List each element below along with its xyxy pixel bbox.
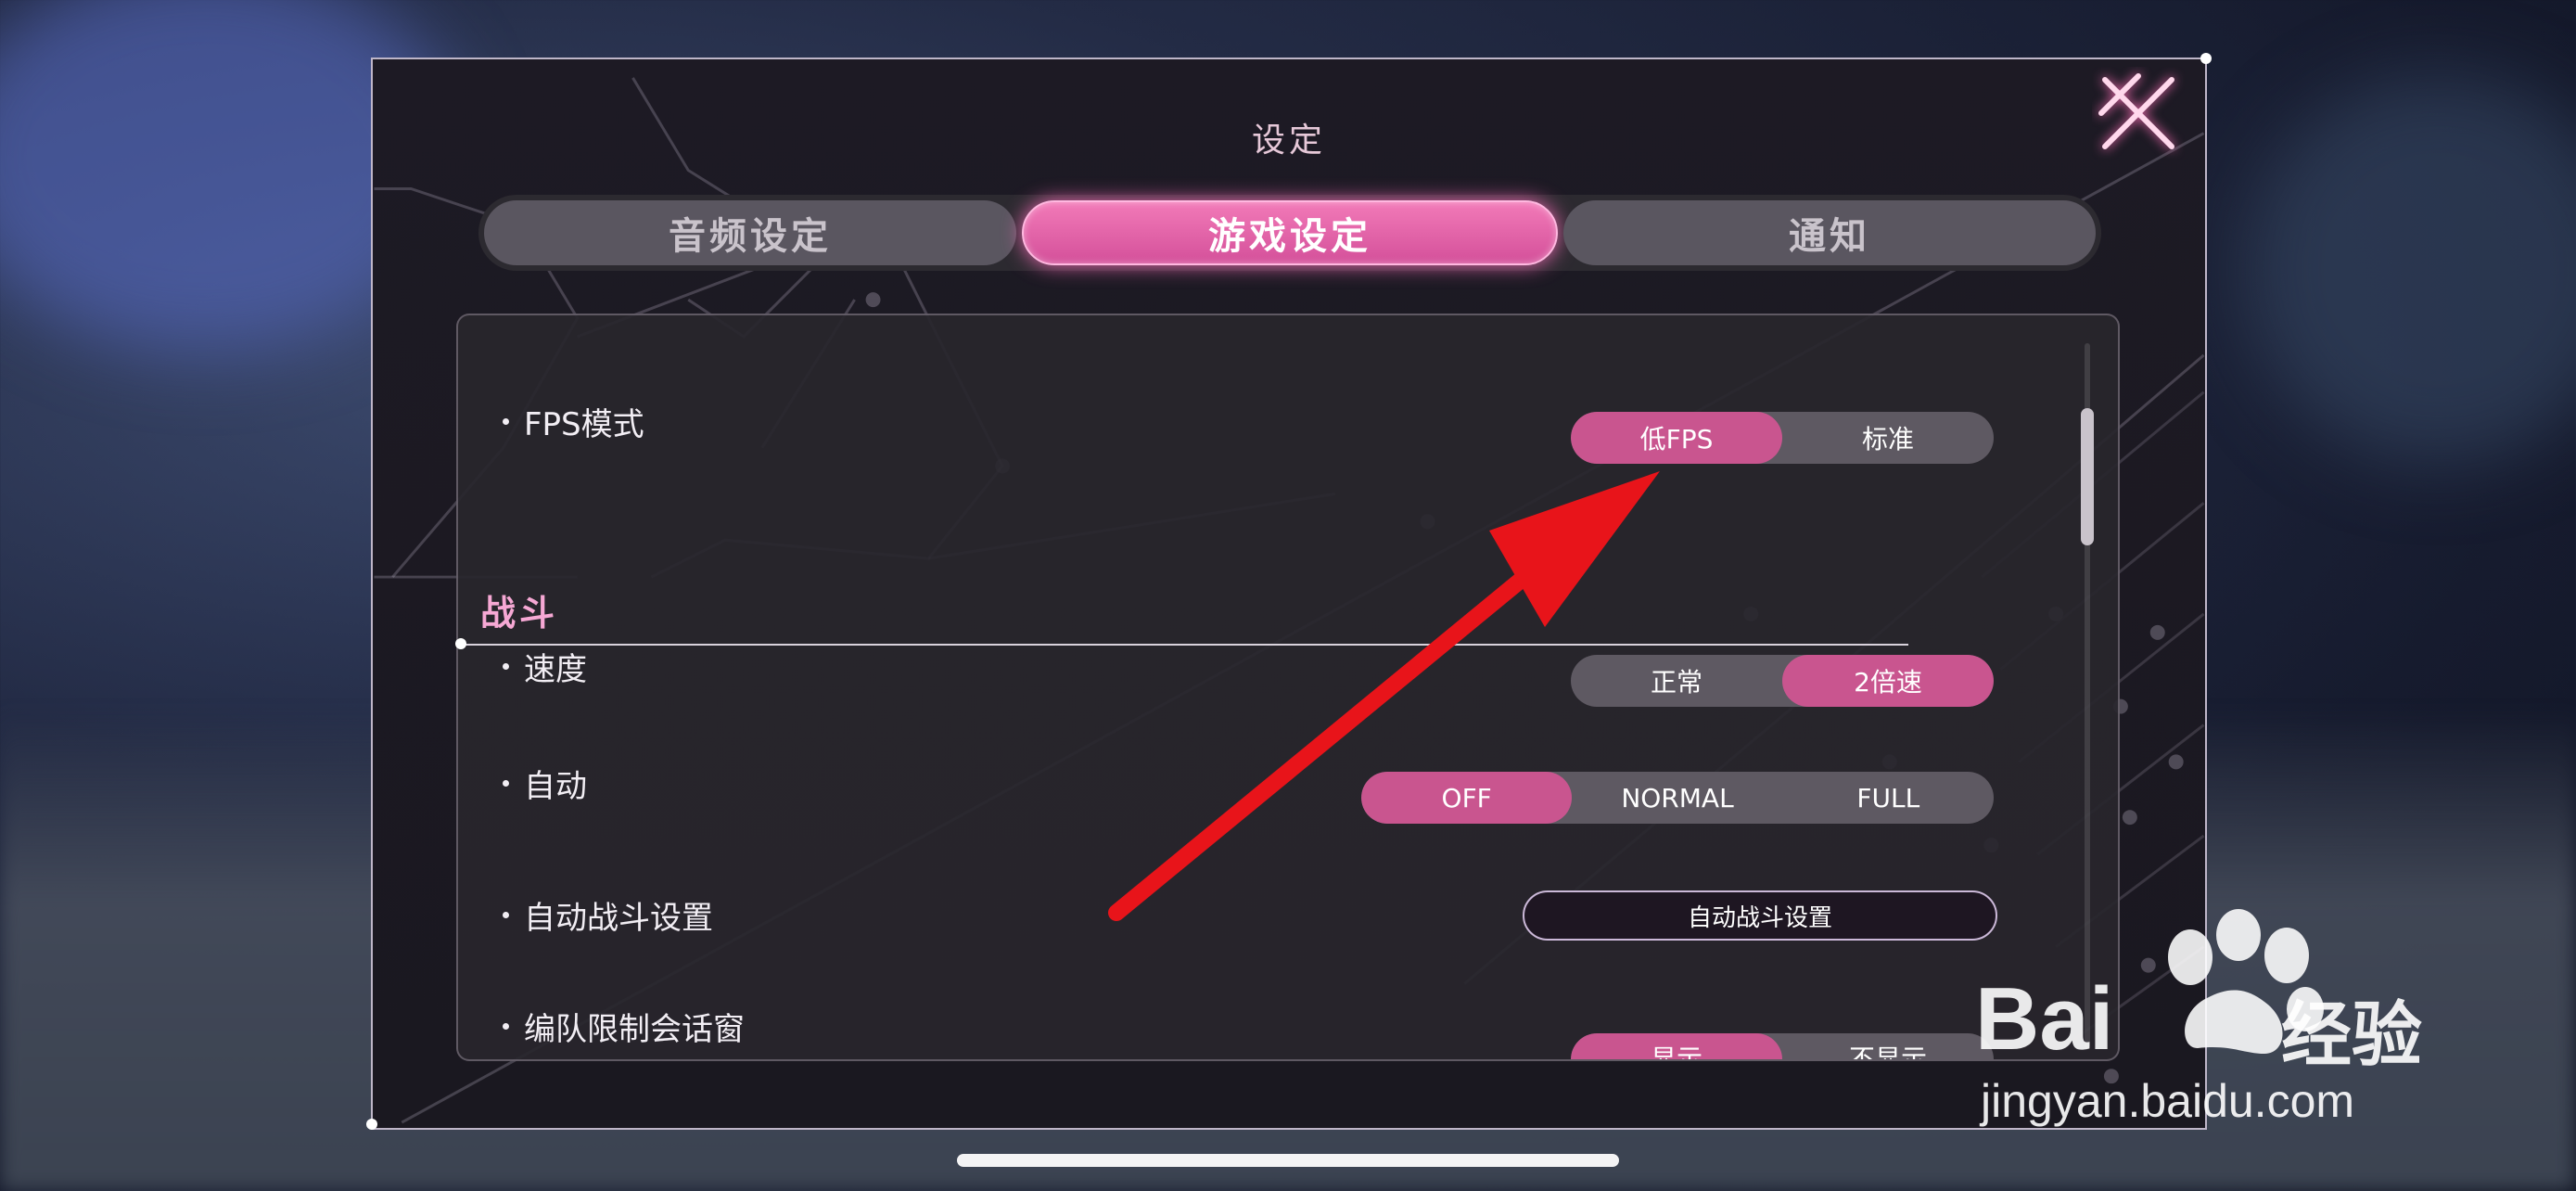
tab-bar: 音频设定 游戏设定 通知 [478, 195, 2101, 271]
fps-option-low[interactable]: 低FPS [1571, 412, 1782, 464]
dialog-title: 设定 [1251, 122, 1326, 160]
auto-battle-label: 自动战斗设置 [503, 892, 713, 938]
section-battle-heading: 战斗 [480, 593, 559, 634]
section-divider [462, 644, 1908, 646]
scrollbar-thumb[interactable] [2081, 408, 2094, 545]
auto-battle-settings-button[interactable]: 自动战斗设置 [1523, 890, 1997, 941]
auto-option-full[interactable]: FULL [1783, 772, 1994, 824]
tab-audio-settings[interactable]: 音频设定 [484, 200, 1016, 265]
settings-dialog: 设定 音频设定 游戏设定 通知 FPS模式 低FPS 标准 战斗 速度 正常 2… [366, 53, 2212, 1130]
formation-dialog-label: 编队限制会话窗 [503, 1004, 745, 1049]
auto-battle-text: 自动战斗设置 [524, 900, 713, 937]
fps-mode-text: FPS模式 [524, 406, 644, 443]
speed-toggle: 正常 2倍速 [1571, 655, 1994, 707]
baidu-watermark: Bai 经验 jingyan.baidu.com [1975, 909, 2457, 1132]
tab-notifications[interactable]: 通知 [1563, 200, 2096, 265]
auto-option-off[interactable]: OFF [1361, 772, 1573, 824]
tab-game-settings[interactable]: 游戏设定 [1022, 200, 1558, 265]
formation-option-show[interactable]: 显示 [1571, 1033, 1782, 1059]
corner-dot [366, 1119, 377, 1130]
corner-dot [2200, 53, 2212, 64]
fps-mode-label: FPS模式 [503, 399, 644, 444]
auto-text: 自动 [524, 768, 587, 805]
watermark-brand: Bai [1975, 969, 2114, 1069]
watermark-url: jingyan.baidu.com [1981, 1075, 2355, 1127]
speed-text: 速度 [524, 651, 587, 688]
bullet [503, 663, 509, 670]
speed-option-2x[interactable]: 2倍速 [1782, 655, 1994, 707]
fps-option-standard[interactable]: 标准 [1782, 412, 1994, 464]
home-indicator[interactable] [957, 1154, 1619, 1167]
speed-option-normal[interactable]: 正常 [1571, 655, 1782, 707]
bullet [503, 912, 509, 918]
auto-toggle: OFF NORMAL FULL [1361, 772, 1994, 824]
watermark-brand-suffix: 经验 [2281, 996, 2422, 1075]
background-tree-right [2244, 74, 2576, 464]
speed-label: 速度 [503, 644, 587, 689]
formation-dialog-text: 编队限制会话窗 [524, 1011, 745, 1048]
close-button[interactable] [2092, 67, 2185, 160]
bullet [503, 780, 509, 787]
close-x-icon [2098, 73, 2174, 149]
auto-label: 自动 [503, 761, 587, 806]
bullet [503, 418, 509, 425]
bullet [503, 1023, 509, 1030]
section-divider-dot [455, 638, 466, 649]
fps-mode-toggle: 低FPS 标准 [1571, 412, 1994, 464]
formation-option-hide[interactable]: 不显示 [1782, 1033, 1994, 1059]
formation-toggle-clip: 显示 不显示 [1571, 1007, 1994, 1059]
formation-dialog-toggle: 显示 不显示 [1571, 1033, 1994, 1059]
auto-option-normal[interactable]: NORMAL [1572, 772, 1782, 824]
